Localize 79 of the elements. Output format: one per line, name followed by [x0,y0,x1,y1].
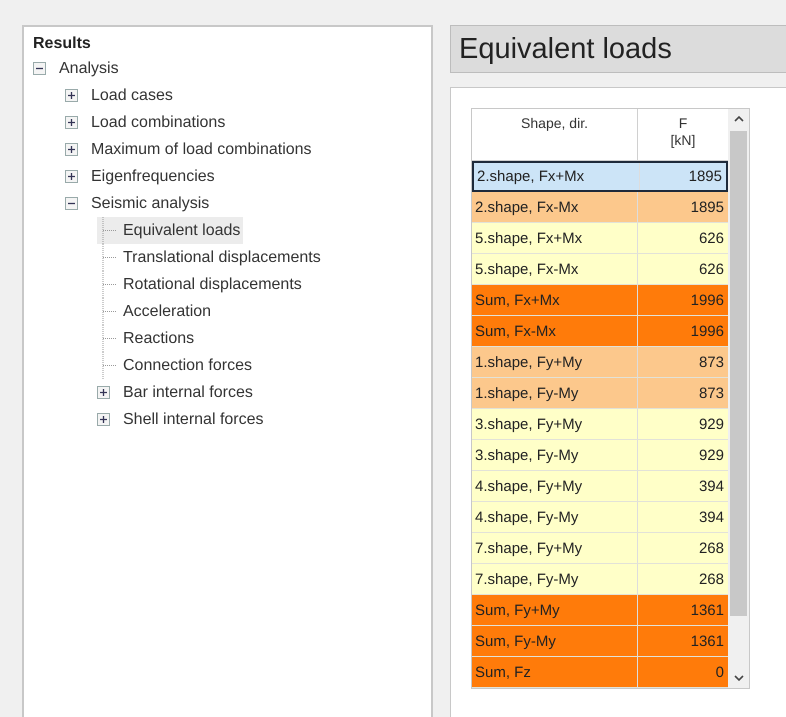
expand-icon[interactable] [65,143,78,156]
table-row[interactable]: 3.shape, Fy+My 929 [472,409,728,440]
table-cell-text: 0 [714,662,725,682]
table-cell-text: 1895 [688,167,723,187]
table-row[interactable]: Sum, Fz 0 [472,657,728,688]
table-row[interactable]: Sum, Fx-Mx 1996 [472,316,728,347]
table-cell: 1.shape, Fy-My [472,378,638,408]
collapse-icon[interactable] [33,62,46,75]
tree-item[interactable]: Connection forces [97,352,255,379]
table-cell: 7.shape, Fy+My [472,533,638,563]
tree-item[interactable]: Translational displacements [97,244,324,271]
table-cell: 5.shape, Fx+Mx [472,223,638,253]
table-row[interactable]: 1.shape, Fy+My 873 [472,347,728,378]
table-cell-text: 626 [698,228,725,248]
expand-icon[interactable] [65,170,78,183]
tree-item[interactable]: Load cases [65,82,176,109]
table-row[interactable]: 7.shape, Fy-My 268 [472,564,728,595]
column-header[interactable]: F [kN] [638,109,728,160]
table-row[interactable]: 7.shape, Fy+My 268 [472,533,728,564]
column-header[interactable]: Shape, dir. [472,109,638,160]
table-row[interactable]: 1.shape, Fy-My 873 [472,378,728,409]
table-cell: 3.shape, Fy+My [472,409,638,439]
table-row[interactable]: 2.shape, Fx+Mx 1895 [472,161,728,192]
expand-icon[interactable] [97,413,110,426]
tree-item[interactable]: Equivalent loads [97,217,244,244]
table-cell-text: 394 [698,508,725,528]
table-cell: 4.shape, Fy+My [472,471,638,501]
table-cell-text: 929 [698,414,725,434]
table-cell: Sum, Fy-My [472,626,638,656]
tree-item[interactable]: Eigenfrequencies [65,163,218,190]
table-cell: Sum, Fy+My [472,595,638,625]
tree-item[interactable]: Reactions [97,325,198,352]
table-row[interactable]: 4.shape, Fy+My 394 [472,471,728,502]
tree-item[interactable]: Analysis [33,55,122,82]
table-row[interactable]: Sum, Fx+Mx 1996 [472,285,728,316]
table-row[interactable]: Sum, Fy-My 1361 [472,626,728,657]
tree-item[interactable]: Bar internal forces [97,379,256,406]
tree-title: Results [33,34,91,54]
table-row[interactable]: 4.shape, Fy-My 394 [472,502,728,533]
tree-item[interactable]: Maximum of load combinations [65,136,315,163]
table-cell-text: 929 [698,446,725,466]
table-cell: 5.shape, Fx-Mx [472,254,638,284]
table-cell: 3.shape, Fy-My [472,440,638,470]
table-cell-text: 1996 [690,322,725,342]
table-row[interactable]: Sum, Fy+My 1361 [472,595,728,626]
table-row[interactable]: 3.shape, Fy-My 929 [472,440,728,471]
table-cell-text: 626 [698,260,725,280]
table-cell-text: 1996 [690,290,725,310]
table-cell-text: 268 [698,538,725,558]
table-cell: Sum, Fx-Mx [472,316,638,346]
table-cell: 2.shape, Fx+Mx [474,163,640,190]
table-cell: 2.shape, Fx-Mx [472,192,638,222]
tree-item[interactable]: Seismic analysis [65,190,212,217]
table-cell-text: 1361 [690,632,725,652]
table-cell: 1.shape, Fy+My [472,347,638,377]
table-cell-text: 873 [698,384,725,404]
table-cell: Sum, Fx+Mx [472,285,638,315]
expand-icon[interactable] [65,116,78,129]
table-cell: Sum, Fz [472,657,638,687]
table-cell-text: 1895 [690,198,725,218]
scrollbar[interactable] [728,109,749,688]
table-row[interactable]: 2.shape, Fx-Mx 1895 [472,192,728,223]
tree-item[interactable]: Rotational displacements [97,271,305,298]
table-cell-text: 1361 [690,600,725,620]
table-cell-text: 873 [698,352,725,372]
tree-item[interactable]: Acceleration [97,298,214,325]
table-row[interactable]: 5.shape, Fx+Mx 626 [472,223,728,254]
scrollbar-thumb[interactable] [730,131,747,616]
expand-icon[interactable] [97,386,110,399]
collapse-icon[interactable] [65,197,78,210]
table-row[interactable]: 5.shape, Fx-Mx 626 [472,254,728,285]
table-cell: 4.shape, Fy-My [472,502,638,532]
expand-icon[interactable] [65,89,78,102]
table-cell-text: 268 [698,570,725,590]
tree-item[interactable]: Shell internal forces [97,406,267,433]
tree-item[interactable]: Load combinations [65,109,228,136]
table-cell: 7.shape, Fy-My [472,564,638,594]
table-cell-text: 394 [698,476,725,496]
panel-title: Equivalent loads [450,25,786,73]
